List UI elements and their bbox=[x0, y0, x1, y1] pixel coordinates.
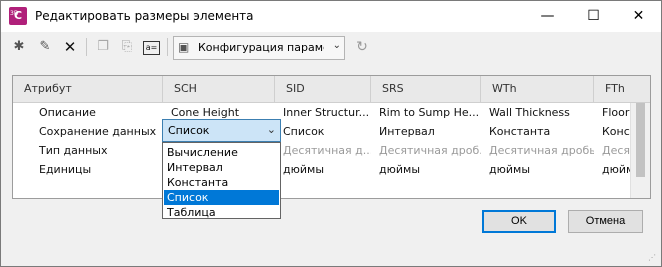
copy-icon[interactable]: ❐ bbox=[95, 39, 111, 55]
chevron-down-icon: ⌄ bbox=[332, 40, 341, 51]
close-button[interactable]: ✕ bbox=[616, 1, 661, 32]
data-storage-combobox[interactable]: Список ⌄ bbox=[162, 119, 281, 142]
civil3d-app-icon: 3D C bbox=[9, 7, 27, 25]
column-header-sid[interactable]: SID bbox=[275, 76, 371, 103]
chevron-down-icon[interactable]: ⌄ bbox=[267, 123, 276, 136]
table-cell[interactable]: Десятичная д... bbox=[275, 141, 371, 161]
edit-icon[interactable]: ✎ bbox=[37, 39, 53, 55]
table-cell[interactable]: Inner Structur... bbox=[275, 103, 371, 123]
row-label-units: Единицы bbox=[39, 163, 92, 176]
toolbar: ✱ ✎ ✕ ❐ ⎘ a= ▣ Конфигурация параме ⌄ bbox=[1, 32, 661, 62]
scrollbar-thumb[interactable] bbox=[636, 103, 645, 177]
header-filler bbox=[630, 76, 650, 103]
table-cell[interactable]: Деся bbox=[594, 141, 630, 161]
row-label-description: Описание bbox=[39, 106, 96, 119]
edit-part-sizes-dialog: 3D C Редактировать размеры элемента — ☐ ✕… bbox=[0, 0, 662, 267]
title-bar: 3D C Редактировать размеры элемента — ☐ ✕ bbox=[1, 1, 661, 32]
table-cell[interactable]: Интервал bbox=[371, 122, 481, 142]
parameter-config-icon: ▣ bbox=[178, 40, 190, 54]
toolbar-separator bbox=[86, 38, 87, 56]
dropdown-option-constant[interactable]: Константа bbox=[164, 175, 279, 190]
row-label-data-type: Тип данных bbox=[39, 144, 108, 157]
resize-grip-icon[interactable]: ⋰ bbox=[648, 253, 658, 263]
row-label-data-storage: Сохранение данных bbox=[39, 125, 157, 138]
table-cell[interactable]: Floor bbox=[594, 103, 630, 123]
dropdown-option-range[interactable]: Интервал bbox=[164, 160, 279, 175]
table-cell[interactable]: дюйм bbox=[594, 160, 630, 180]
configuration-dropdown[interactable]: ▣ Конфигурация параме ⌄ bbox=[173, 36, 345, 60]
column-header-wth[interactable]: WTh bbox=[481, 76, 594, 103]
table-cell[interactable]: дюймы bbox=[275, 160, 371, 180]
column-header-srs[interactable]: SRS bbox=[371, 76, 481, 103]
rename-icon[interactable]: a= bbox=[143, 41, 160, 55]
delete-icon[interactable]: ✕ bbox=[62, 39, 78, 55]
table-cell[interactable]: Константа bbox=[481, 122, 594, 142]
table-cell[interactable]: Rim to Sump He... bbox=[371, 103, 481, 123]
toolbar-separator bbox=[167, 38, 168, 56]
dropdown-option-calculation[interactable]: Вычисление bbox=[164, 145, 279, 160]
dropdown-option-list[interactable]: Список bbox=[164, 190, 279, 205]
data-storage-dropdown-list: Вычисление Интервал Константа Список Таб… bbox=[162, 142, 281, 219]
column-header-sch[interactable]: SCH bbox=[163, 76, 275, 103]
table-cell[interactable]: Конс bbox=[594, 122, 630, 142]
parameter-grid: Атрибут SCH SID SRS WTh FTh Описание Con… bbox=[12, 75, 651, 199]
combobox-value: Список bbox=[168, 124, 210, 137]
vertical-scrollbar[interactable] bbox=[630, 103, 650, 198]
minimize-button[interactable]: — bbox=[525, 1, 570, 32]
table-cell[interactable]: Десятичная дроб... bbox=[371, 141, 481, 161]
paste-icon[interactable]: ⎘ bbox=[119, 39, 135, 55]
configuration-label: Конфигурация параме bbox=[198, 41, 324, 54]
ok-button[interactable]: OK bbox=[482, 210, 556, 233]
table-cell[interactable]: Wall Thickness bbox=[481, 103, 594, 123]
dropdown-option-table[interactable]: Таблица bbox=[164, 205, 279, 220]
table-cell[interactable]: Десятичная дробь bbox=[481, 141, 594, 161]
cancel-button[interactable]: Отмена bbox=[568, 210, 643, 233]
table-cell[interactable]: Список bbox=[275, 122, 371, 142]
refresh-icon[interactable]: ↻ bbox=[351, 37, 373, 57]
window-title: Редактировать размеры элемента bbox=[35, 9, 254, 23]
new-icon[interactable]: ✱ bbox=[11, 39, 27, 55]
table-cell[interactable]: дюймы bbox=[481, 160, 594, 180]
maximize-button[interactable]: ☐ bbox=[571, 1, 616, 32]
column-header-fth[interactable]: FTh bbox=[594, 76, 630, 103]
table-cell[interactable]: дюймы bbox=[371, 160, 481, 180]
column-header-attribute[interactable]: Атрибут bbox=[13, 76, 163, 103]
